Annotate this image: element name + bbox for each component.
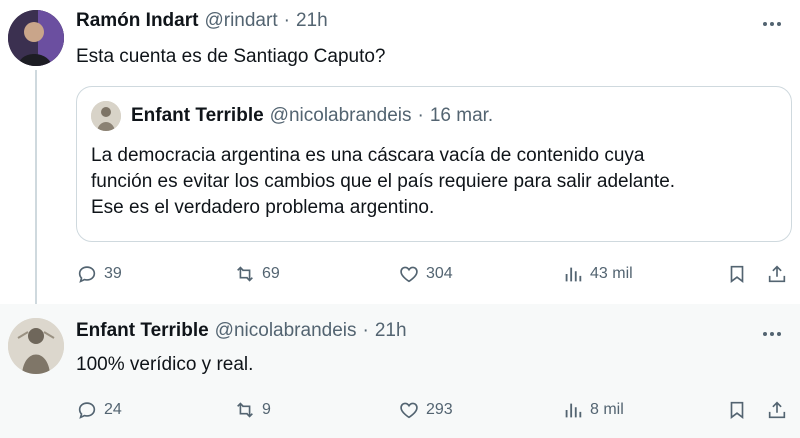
reply-icon	[78, 266, 96, 283]
retweet-icon	[237, 266, 253, 282]
bookmark-button[interactable]	[726, 396, 748, 424]
tweet-header: Enfant Terrible @nicolabrandeis · 21h	[76, 320, 407, 342]
quote-author-handle[interactable]: @nicolabrandeis	[270, 105, 412, 127]
share-button[interactable]	[766, 396, 788, 424]
more-icon-dot	[770, 332, 774, 336]
author-name[interactable]: Enfant Terrible	[76, 320, 209, 342]
quote-avatar[interactable]	[91, 101, 121, 131]
like-button[interactable]: 293	[398, 396, 453, 424]
views-button[interactable]: 8 mil	[562, 396, 624, 424]
tweet-header: Ramón Indart @rindart · 21h	[76, 10, 328, 32]
more-icon	[763, 332, 767, 336]
like-count: 304	[426, 265, 453, 282]
quote-text: La democracia argentina es una cáscara v…	[91, 143, 675, 221]
author-handle[interactable]: @rindart	[204, 10, 277, 32]
tweet[interactable]: Enfant Terrible @nicolabrandeis · 21h 10…	[0, 304, 800, 438]
quote-text-line: Ese es el verdadero problema argentino.	[91, 197, 435, 218]
author-handle[interactable]: @nicolabrandeis	[215, 320, 357, 342]
share-button[interactable]	[766, 260, 788, 288]
reply-button[interactable]: 39	[76, 260, 122, 288]
separator: ·	[283, 10, 290, 31]
quote-timestamp[interactable]: 16 mar.	[430, 105, 493, 127]
share-icon	[768, 265, 786, 283]
heart-icon	[400, 266, 418, 283]
reply-count: 24	[104, 401, 122, 418]
views-icon	[565, 267, 582, 282]
retweet-icon	[237, 402, 253, 418]
views-count: 43 mil	[590, 265, 633, 282]
action-bar: 24 9 293 8 mil	[76, 396, 792, 424]
reply-button[interactable]: 24	[76, 396, 122, 424]
like-button[interactable]: 304	[398, 260, 453, 288]
tweet-text: 100% verídico y real.	[76, 354, 254, 375]
more-button[interactable]	[760, 322, 784, 346]
quote-text-line: La democracia argentina es una cáscara v…	[91, 145, 645, 166]
timestamp[interactable]: 21h	[296, 10, 328, 32]
retweet-button[interactable]: 69	[234, 260, 280, 288]
action-bar: 39 69 304 43 mil	[76, 260, 792, 288]
bookmark-button[interactable]	[726, 260, 748, 288]
more-button[interactable]	[760, 12, 784, 36]
tweet[interactable]: Ramón Indart @rindart · 21h Esta cuenta …	[0, 0, 800, 304]
share-icon	[768, 401, 786, 419]
quoted-tweet[interactable]: Enfant Terrible @nicolabrandeis · 16 mar…	[76, 86, 792, 242]
quote-header: Enfant Terrible @nicolabrandeis · 16 mar…	[131, 105, 493, 127]
reply-icon	[78, 402, 96, 419]
more-icon-dot	[770, 22, 774, 26]
retweet-count: 9	[262, 401, 271, 418]
like-count: 293	[426, 401, 453, 418]
avatar[interactable]	[8, 10, 64, 66]
separator: ·	[417, 105, 424, 126]
views-icon	[565, 403, 582, 418]
views-button[interactable]: 43 mil	[562, 260, 633, 288]
bookmark-icon	[730, 401, 744, 419]
retweet-count: 69	[262, 265, 280, 282]
separator: ·	[362, 320, 369, 341]
reply-count: 39	[104, 265, 122, 282]
timestamp[interactable]: 21h	[375, 320, 407, 342]
avatar[interactable]	[8, 318, 64, 374]
more-icon-dot	[777, 332, 781, 336]
more-icon-dot	[777, 22, 781, 26]
quote-author-name[interactable]: Enfant Terrible	[131, 105, 264, 127]
heart-icon	[400, 402, 418, 419]
quote-text-line: función es evitar los cambios que el paí…	[91, 171, 676, 192]
thread-line	[35, 70, 37, 304]
author-name[interactable]: Ramón Indart	[76, 10, 198, 32]
tweet-text: Esta cuenta es de Santiago Caputo?	[76, 46, 386, 67]
more-icon	[763, 22, 767, 26]
retweet-button[interactable]: 9	[234, 396, 271, 424]
views-count: 8 mil	[590, 401, 624, 418]
bookmark-icon	[730, 265, 744, 283]
